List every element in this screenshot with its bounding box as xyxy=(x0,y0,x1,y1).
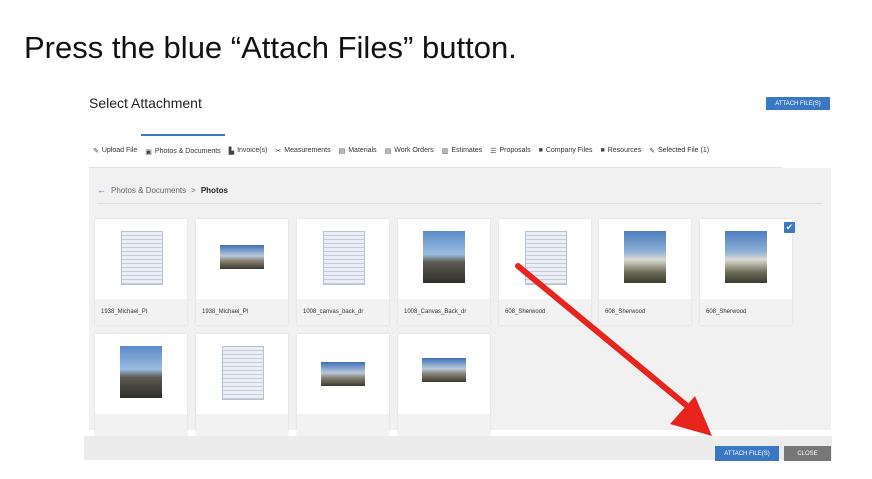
tab-materials[interactable]: ▤ Materials xyxy=(335,134,381,167)
breadcrumb-parent[interactable]: Photos & Documents xyxy=(111,186,186,195)
ruler-icon: ✂ xyxy=(275,147,282,155)
pencil-icon: ✎ xyxy=(93,147,99,155)
tab-label: Invoice(s) xyxy=(237,147,268,154)
document-thumbnail xyxy=(121,231,163,285)
file-tile[interactable]: 608_Sherwood xyxy=(499,219,591,325)
tab-label: Company Files xyxy=(545,147,593,154)
image-icon: ▣ xyxy=(145,148,152,156)
photo-thumbnail xyxy=(220,245,264,269)
photo-thumbnail xyxy=(423,231,465,283)
file-tile[interactable]: 1938_Michael_Pl xyxy=(95,219,187,325)
photo-thumbnail xyxy=(624,231,666,283)
file-name: 1008_canvas_back_dr xyxy=(297,299,389,325)
document-thumbnail xyxy=(525,231,567,285)
photo-thumbnail xyxy=(120,346,162,398)
file-name: 1938_Michael_Pl xyxy=(196,299,288,325)
file-tile-selected[interactable]: 608_Sherwood xyxy=(700,219,792,325)
breadcrumb-current: Photos xyxy=(200,185,228,195)
attach-files-button[interactable]: ATTACH FILE(S) xyxy=(715,446,779,461)
file-name: 608_Sherwood xyxy=(599,299,691,325)
tab-work-orders[interactable]: ▤ Work Orders xyxy=(381,134,438,167)
list-icon: ☰ xyxy=(490,147,497,155)
tab-label: Estimates xyxy=(451,147,483,154)
folder-icon: ■ xyxy=(538,147,543,154)
file-tile[interactable]: 1008_canvas_back_dr xyxy=(297,219,389,325)
checkbox-checked-icon[interactable]: ✔ xyxy=(784,222,795,233)
close-button[interactable]: CLOSE xyxy=(784,446,831,461)
tab-proposals[interactable]: ☰ Proposals xyxy=(486,134,534,167)
tab-label: Measurements xyxy=(284,147,331,154)
tab-invoices[interactable]: ▙ Invoice(s) xyxy=(225,134,272,167)
photo-thumbnail xyxy=(321,362,365,386)
tab-upload-file[interactable]: ✎ Upload File xyxy=(89,134,141,167)
file-tile[interactable]: 1008_Canvas_Back_dr xyxy=(398,219,490,325)
tab-label: Materials xyxy=(348,147,377,154)
photo-thumbnail xyxy=(725,231,767,283)
tab-label: Upload File xyxy=(101,147,138,154)
file-tile[interactable] xyxy=(95,334,187,440)
calculator-icon: ▥ xyxy=(441,147,449,155)
tab-selected-file[interactable]: ✎ Selected File (1) xyxy=(645,134,713,167)
instruction-text: Press the blue “Attach Files” button. xyxy=(24,30,517,65)
clipboard-icon: ▤ xyxy=(384,147,392,155)
tab-label: Photos & Documents xyxy=(154,148,221,155)
file-name: 608_Sherwood xyxy=(499,299,591,325)
photo-thumbnail xyxy=(422,358,466,382)
clipboard-icon: ▤ xyxy=(338,147,346,155)
tab-label: Resources xyxy=(607,147,642,154)
tab-label: Proposals xyxy=(499,147,531,154)
file-tile[interactable]: 1938_Michael_Pl xyxy=(196,219,288,325)
tab-bar: ✎ Upload File ▣ Photos & Documents ▙ Invoic… xyxy=(89,134,782,168)
tab-photos-documents[interactable]: ▣ Photos & Documents xyxy=(141,134,225,167)
divider xyxy=(97,203,822,204)
tab-label: Selected File (1) xyxy=(658,147,710,154)
file-name: 608_Sherwood xyxy=(700,299,792,325)
breadcrumb: ← Photos & Documents > Photos xyxy=(97,185,228,195)
document-thumbnail xyxy=(323,231,365,285)
file-name: 1008_Canvas_Back_dr xyxy=(398,299,490,325)
tab-estimates[interactable]: ▥ Estimates xyxy=(438,134,486,167)
invoice-icon: ▙ xyxy=(228,147,235,155)
pencil-icon: ✎ xyxy=(649,147,656,155)
file-tile[interactable] xyxy=(297,334,389,440)
file-name: 1938_Michael_Pl xyxy=(95,299,187,325)
file-tile[interactable] xyxy=(398,334,490,440)
folder-icon: ■ xyxy=(600,147,605,154)
tab-label: Work Orders xyxy=(394,147,434,154)
attach-files-button-top[interactable]: ATTACH FILE(S) xyxy=(766,97,830,110)
file-tile[interactable] xyxy=(196,334,288,440)
file-tile[interactable]: 608_Sherwood xyxy=(599,219,691,325)
document-thumbnail xyxy=(222,346,264,400)
back-arrow-icon[interactable]: ← xyxy=(97,185,106,195)
tab-company-files[interactable]: ■ Company Files xyxy=(535,134,597,167)
breadcrumb-separator: > xyxy=(191,185,196,195)
tab-measurements[interactable]: ✂ Measurements xyxy=(271,134,334,167)
tab-resources[interactable]: ■ Resources xyxy=(597,134,646,167)
dialog-title: Select Attachment xyxy=(89,95,202,111)
